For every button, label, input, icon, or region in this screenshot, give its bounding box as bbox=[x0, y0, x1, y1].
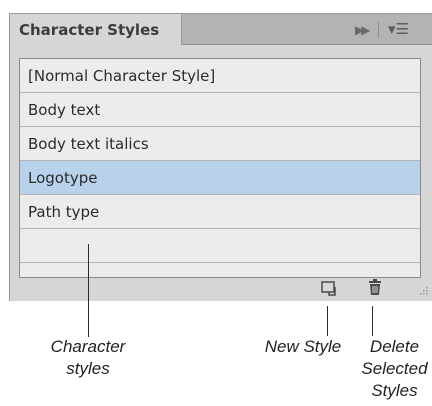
callout-line-1: New Style bbox=[264, 337, 342, 356]
tab-label: Character Styles bbox=[19, 21, 160, 39]
list-item[interactable]: Body text italics bbox=[20, 127, 420, 161]
callout-line-character-styles bbox=[88, 244, 89, 337]
callout-line-1: Delete bbox=[369, 337, 420, 356]
callout-character-styles: Character styles bbox=[38, 336, 138, 380]
tab-divider bbox=[378, 22, 379, 38]
list-item-label: Body text italics bbox=[28, 135, 149, 153]
styles-list: [Normal Character Style] Body text Body … bbox=[19, 58, 421, 278]
list-item-label: Path type bbox=[28, 203, 100, 221]
list-item[interactable]: Body text bbox=[20, 93, 420, 127]
resize-grip-icon[interactable] bbox=[415, 284, 429, 298]
list-empty-row bbox=[20, 229, 420, 263]
callout-delete-selected: Delete Selected Styles bbox=[357, 336, 432, 402]
callout-line-new-style bbox=[327, 306, 328, 336]
panel-tab-bar: Character Styles ▶▶ ▾☰ bbox=[10, 14, 432, 45]
list-item[interactable]: [Normal Character Style] bbox=[20, 59, 420, 93]
panel-menu-icon[interactable]: ▾☰ bbox=[388, 20, 409, 38]
callout-line-2: Selected bbox=[361, 359, 428, 378]
tab-character-styles[interactable]: Character Styles bbox=[10, 14, 182, 45]
callout-new-style: New Style bbox=[258, 336, 348, 358]
callout-line-2: styles bbox=[66, 359, 110, 378]
character-styles-panel: Character Styles ▶▶ ▾☰ [Normal Character… bbox=[9, 13, 432, 301]
double-chevron-right-icon[interactable]: ▶▶ bbox=[355, 23, 371, 37]
list-item-label: Logotype bbox=[28, 169, 98, 187]
callout-line-1: Character bbox=[50, 337, 126, 356]
list-item-label: [Normal Character Style] bbox=[28, 67, 216, 85]
list-item-label: Body text bbox=[28, 101, 101, 119]
list-item[interactable]: Path type bbox=[20, 195, 420, 229]
new-style-icon[interactable] bbox=[319, 278, 339, 298]
list-item-selected[interactable]: Logotype bbox=[20, 161, 420, 195]
trash-icon[interactable] bbox=[365, 277, 385, 297]
callout-line-3: Styles bbox=[371, 381, 418, 400]
callout-line-delete bbox=[372, 306, 373, 336]
